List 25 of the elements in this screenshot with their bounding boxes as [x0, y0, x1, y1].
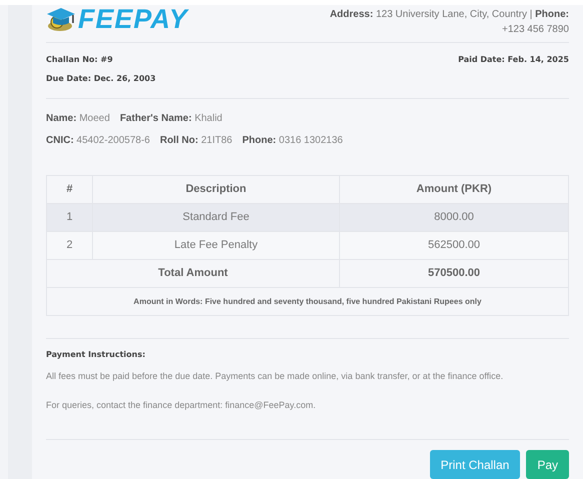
button[interactable]: Print Challan — [430, 450, 520, 479]
student-detail: Roll No: 21IT86 — [160, 134, 232, 148]
challan-number: Challan No: #9 — [46, 54, 114, 66]
logo-text: FEEPAY — [78, 6, 188, 32]
table-cell: 562500.00 — [340, 232, 568, 260]
instruction-text: For queries, contact the finance department: finance@FeePay.com. — [46, 398, 317, 412]
amount-in-words: Amount in Words: Five hundred and seventy thousand, five hundred Pakistani Rupees only — [46, 288, 568, 316]
column-header: Amount (PKR) — [340, 176, 568, 204]
student-detail: Father's Name: Khalid — [120, 112, 222, 126]
column-header: # — [46, 176, 92, 204]
due-date: Due Date: Dec. 26, 2003 — [46, 73, 156, 85]
table-cell: 2 — [46, 232, 92, 260]
graduation-cap-icon — [46, 6, 76, 32]
button[interactable]: Pay — [526, 450, 569, 479]
instructions-title: Payment Instructions: — [46, 349, 146, 361]
student-detail: Name: Moeed — [46, 112, 110, 126]
student-detail: CNIC: 45402-200578-6 — [46, 134, 150, 148]
student-detail: Phone: 0316 1302136 — [242, 134, 343, 148]
table-cell: Late Fee Penalty — [92, 232, 340, 260]
address-text: Address: 123 University Lane, City, Country | Phone: +123 456 7890 — [330, 8, 569, 37]
instruction-text: All fees must be paid before the due date. Payments can be made online, via bank transfer, or at the finance office. — [46, 370, 504, 383]
column-header: Description — [92, 176, 340, 204]
paid-date: Paid Date: Feb. 14, 2025 — [458, 54, 569, 66]
total-label: Total Amount — [46, 260, 340, 288]
total-amount: 570500.00 — [340, 260, 568, 288]
